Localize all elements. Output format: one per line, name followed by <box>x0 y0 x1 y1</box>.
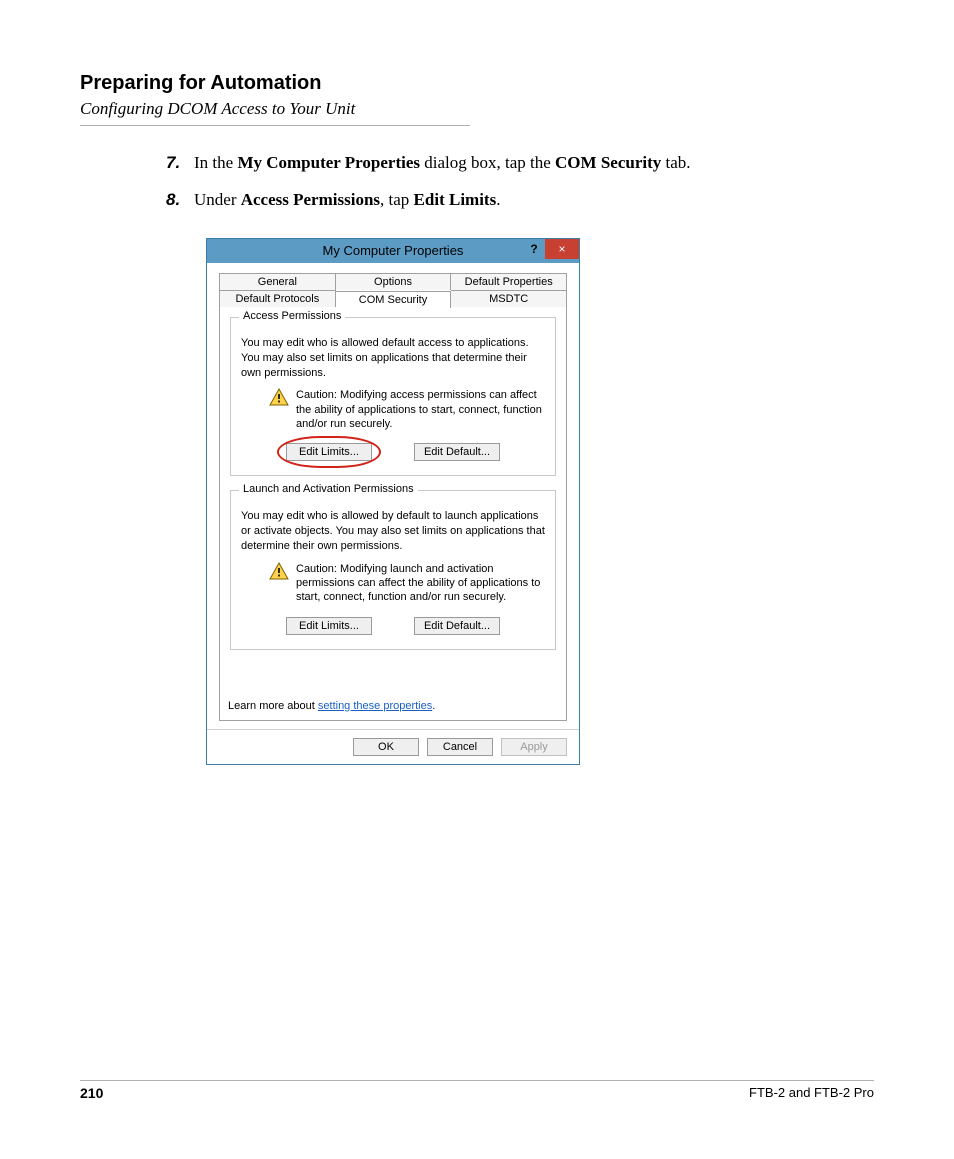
step-number: 7. <box>166 152 194 175</box>
cancel-button[interactable]: Cancel <box>427 738 493 756</box>
tab-options[interactable]: Options <box>336 273 452 290</box>
access-edit-default-button[interactable]: Edit Default... <box>414 443 500 461</box>
warning-icon <box>269 388 289 406</box>
groupbox-legend: Access Permissions <box>239 310 345 322</box>
com-security-panel: Access Permissions You may edit who is a… <box>219 307 567 721</box>
step-body: In the My Computer Properties dialog box… <box>194 152 874 175</box>
access-permissions-group: Access Permissions You may edit who is a… <box>230 317 556 476</box>
learn-more-suffix: . <box>432 700 435 712</box>
launch-edit-default-button[interactable]: Edit Default... <box>414 617 500 635</box>
page-subtitle: Configuring DCOM Access to Your Unit <box>80 99 874 119</box>
access-caution-text: Caution: Modifying access permissions ca… <box>296 388 545 431</box>
help-button[interactable]: ? <box>523 239 545 259</box>
step-number: 8. <box>166 189 194 212</box>
tab-msdtc[interactable]: MSDTC <box>451 290 567 307</box>
titlebar[interactable]: My Computer Properties ? × <box>207 239 579 263</box>
learn-more-prefix: Learn more about <box>228 700 318 712</box>
edit-limits-highlight: Edit Limits... <box>286 443 372 461</box>
access-permissions-text: You may edit who is allowed default acce… <box>241 336 545 381</box>
warning-icon <box>269 562 289 580</box>
apply-button[interactable]: Apply <box>501 738 567 756</box>
launch-activation-group: Launch and Activation Permissions You ma… <box>230 490 556 649</box>
tab-general[interactable]: General <box>219 273 336 290</box>
close-button[interactable]: × <box>545 239 579 259</box>
step-body: Under Access Permissions, tap Edit Limit… <box>194 189 874 212</box>
access-edit-limits-button[interactable]: Edit Limits... <box>286 443 372 461</box>
footer-rule <box>80 1080 874 1081</box>
tab-default-properties[interactable]: Default Properties <box>451 273 567 290</box>
launch-edit-limits-button[interactable]: Edit Limits... <box>286 617 372 635</box>
tab-default-protocols[interactable]: Default Protocols <box>219 290 336 307</box>
page-title: Preparing for Automation <box>80 72 874 95</box>
page-number: 210 <box>80 1085 103 1101</box>
header-rule <box>80 125 470 126</box>
groupbox-legend: Launch and Activation Permissions <box>239 483 418 495</box>
step-7: 7. In the My Computer Properties dialog … <box>166 152 874 175</box>
ok-button[interactable]: OK <box>353 738 419 756</box>
tab-com-security[interactable]: COM Security <box>336 291 452 308</box>
tabs-row-1: General Options Default Properties <box>219 273 567 290</box>
launch-caution-text: Caution: Modifying launch and activation… <box>296 562 545 605</box>
launch-permissions-text: You may edit who is allowed by default t… <box>241 509 545 554</box>
step-8: 8. Under Access Permissions, tap Edit Li… <box>166 189 874 212</box>
learn-more-link[interactable]: setting these properties <box>318 700 432 712</box>
tabs-row-2: Default Protocols COM Security MSDTC <box>219 290 567 307</box>
learn-more-row: Learn more about setting these propertie… <box>228 700 558 712</box>
dialog-footer: OK Cancel Apply <box>207 729 579 764</box>
my-computer-properties-dialog: My Computer Properties ? × General Optio… <box>206 238 580 765</box>
footer-product-name: FTB-2 and FTB-2 Pro <box>749 1085 874 1101</box>
